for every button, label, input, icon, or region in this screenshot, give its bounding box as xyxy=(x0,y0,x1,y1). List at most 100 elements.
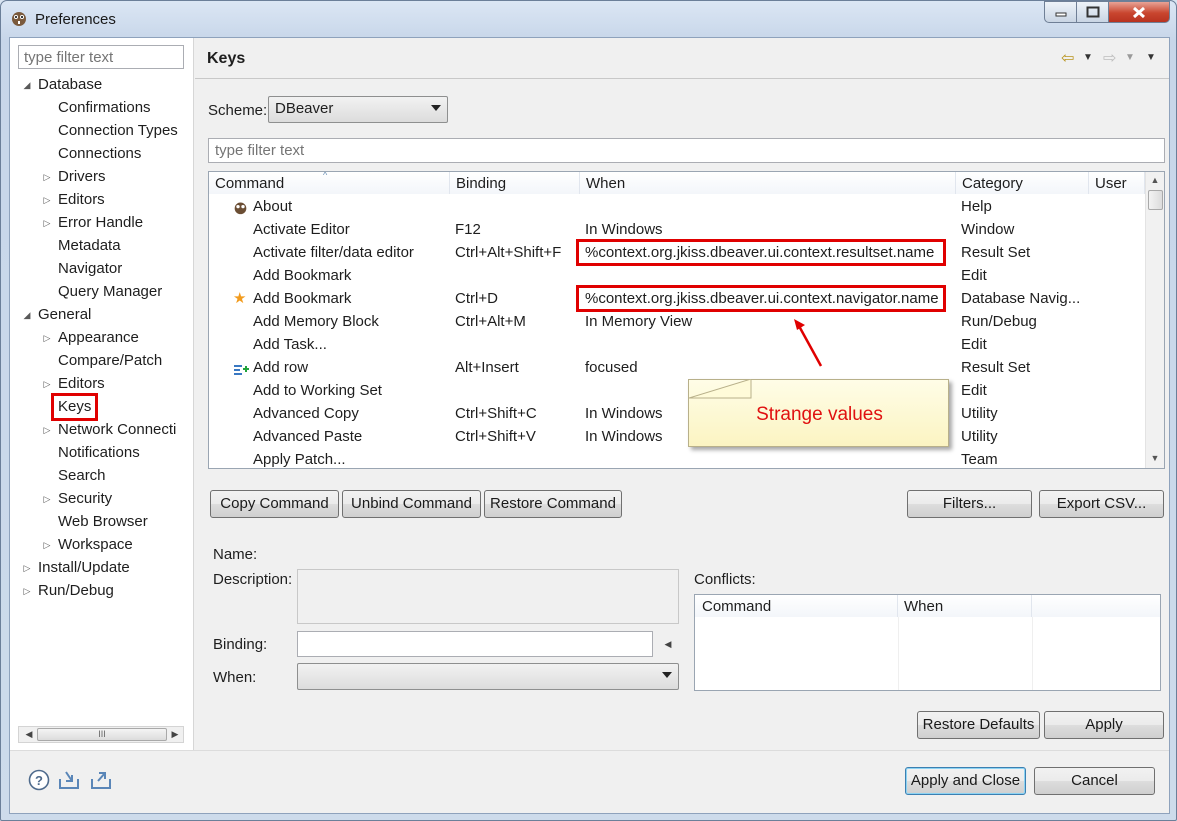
import-icon[interactable] xyxy=(58,769,80,791)
table-header: Command ^ Binding When Category User xyxy=(209,172,1149,194)
apply-and-close-button[interactable]: Apply and Close xyxy=(905,767,1026,795)
conflicts-column-when[interactable]: When xyxy=(898,595,1032,617)
binding-field[interactable] xyxy=(297,631,653,657)
filters-button[interactable]: Filters... xyxy=(907,490,1032,518)
tree-item-label: Security xyxy=(58,490,113,507)
table-vertical-scrollbar[interactable]: ▲ ▼ xyxy=(1145,172,1164,468)
window-title: Preferences xyxy=(35,11,116,28)
cell-category: Help xyxy=(961,198,992,215)
copy-command-button[interactable]: Copy Command xyxy=(210,490,339,518)
tree-item-label: Confirmations xyxy=(58,99,151,116)
when-combo[interactable] xyxy=(297,663,679,690)
cell-when: %context.org.jkiss.dbeaver.ui.context.re… xyxy=(576,239,946,266)
expand-icon[interactable]: ▷ xyxy=(22,557,32,579)
cell-category: Database Navig... xyxy=(961,290,1081,307)
cell-category: Edit xyxy=(961,267,987,284)
scroll-thumb[interactable]: III xyxy=(37,728,167,741)
annotation-callout: Strange values xyxy=(688,379,949,447)
scheme-combo[interactable]: DBeaver xyxy=(268,96,448,123)
keys-table: Command ^ Binding When Category User Abo… xyxy=(208,171,1165,469)
cell-command: Activate Editor xyxy=(253,221,350,238)
export-csv-button[interactable]: Export CSV... xyxy=(1039,490,1164,518)
column-when[interactable]: When xyxy=(580,172,956,194)
table-row[interactable]: Add row Alt+Insert focused Result Set xyxy=(209,356,1149,379)
apply-button[interactable]: Apply xyxy=(1044,711,1164,739)
table-row[interactable]: Advanced Paste Ctrl+Shift+V In Windows Util… xyxy=(209,425,1149,448)
scroll-left-icon[interactable]: ◀ xyxy=(21,727,37,742)
forward-icon[interactable]: ⇨ xyxy=(1103,48,1116,68)
name-label: Name: xyxy=(213,546,258,563)
restore-command-button[interactable]: Restore Command xyxy=(484,490,622,518)
expand-icon[interactable]: ▷ xyxy=(42,327,52,349)
back-menu-icon[interactable]: ▼ xyxy=(1083,52,1093,63)
dialog-footer: ? Apply and Close Cancel xyxy=(10,750,1169,813)
tree-horizontal-scrollbar[interactable]: ◀ III ▶ xyxy=(18,726,184,743)
cell-command: Add Memory Block xyxy=(253,313,379,330)
scroll-right-icon[interactable]: ▶ xyxy=(167,727,183,742)
table-row[interactable]: Activate Editor F12 In Windows Window xyxy=(209,218,1149,241)
back-icon[interactable]: ⇦ xyxy=(1061,48,1074,68)
cell-command: Add Bookmark xyxy=(253,267,352,284)
star-icon: ★ xyxy=(233,290,247,307)
cell-when xyxy=(585,264,955,287)
close-icon xyxy=(1132,6,1146,18)
column-command[interactable]: Command ^ xyxy=(209,172,450,194)
cell-category: Edit xyxy=(961,336,987,353)
conflicts-column-command[interactable]: Command xyxy=(695,595,898,617)
cell-when: In Windows xyxy=(585,221,663,238)
tree-item-label: Connections xyxy=(58,145,142,162)
table-row[interactable]: Activate filter/data editor Ctrl+Alt+Shif… xyxy=(209,239,1149,266)
tree-filter-input[interactable] xyxy=(18,45,184,69)
scroll-down-icon[interactable]: ▼ xyxy=(1146,450,1164,467)
view-menu-icon[interactable]: ▼ xyxy=(1146,52,1156,63)
minimize-icon xyxy=(1055,12,1066,17)
table-scroll-thumb[interactable] xyxy=(1148,190,1163,210)
minimize-button[interactable] xyxy=(1044,1,1076,23)
table-row[interactable]: About Help xyxy=(209,195,1149,218)
expand-icon[interactable]: ▷ xyxy=(42,373,52,395)
close-button[interactable] xyxy=(1108,1,1170,23)
expand-icon[interactable]: ▷ xyxy=(42,189,52,211)
tree-item-label: Search xyxy=(58,467,106,484)
expand-icon[interactable]: ▷ xyxy=(22,580,32,602)
cell-binding: F12 xyxy=(455,221,481,238)
cancel-button[interactable]: Cancel xyxy=(1034,767,1155,795)
expand-icon[interactable]: ▷ xyxy=(42,212,52,234)
table-row[interactable]: Add to Working Set Edit xyxy=(209,379,1149,402)
binding-menu-icon[interactable]: ◀ xyxy=(657,631,679,657)
tree-item-label: Network Connecti xyxy=(58,421,177,438)
expand-icon[interactable]: ▷ xyxy=(42,534,52,556)
expand-icon[interactable]: ▷ xyxy=(42,488,52,510)
column-category[interactable]: Category xyxy=(956,172,1089,194)
export-icon[interactable] xyxy=(90,769,112,791)
table-row[interactable]: ★ Add Bookmark Ctrl+D %context.org.jkiss.db… xyxy=(209,285,1149,312)
maximize-button[interactable] xyxy=(1076,1,1108,23)
expand-icon[interactable]: ▷ xyxy=(42,419,52,441)
table-row[interactable]: Add Bookmark Edit xyxy=(209,264,1149,287)
collapse-icon[interactable]: ◢ xyxy=(22,74,32,96)
unbind-command-button[interactable]: Unbind Command xyxy=(342,490,481,518)
cell-command: Advanced Copy xyxy=(253,405,359,422)
table-row[interactable]: Apply Patch... Team xyxy=(209,448,1149,468)
column-user[interactable]: User xyxy=(1089,172,1145,194)
scroll-up-icon[interactable]: ▲ xyxy=(1146,172,1164,189)
expand-icon[interactable]: ▷ xyxy=(42,166,52,188)
table-row[interactable]: Add Task... Edit xyxy=(209,333,1149,356)
conflicts-table: Command When xyxy=(694,594,1161,691)
cell-binding xyxy=(455,379,579,402)
help-icon[interactable]: ? xyxy=(28,769,50,791)
forward-menu-icon[interactable]: ▼ xyxy=(1125,52,1135,63)
dbeaver-icon xyxy=(233,195,249,218)
collapse-icon[interactable]: ◢ xyxy=(22,304,32,326)
restore-defaults-button[interactable]: Restore Defaults xyxy=(917,711,1040,739)
tree-item-label: Keys xyxy=(50,393,99,421)
cell-when xyxy=(585,333,955,356)
table-row[interactable]: Advanced Copy Ctrl+Shift+C In Windows Utili… xyxy=(209,402,1149,425)
column-binding[interactable]: Binding xyxy=(450,172,580,194)
cell-when xyxy=(585,195,955,218)
cell-when xyxy=(585,448,955,468)
command-filter-input[interactable] xyxy=(208,138,1165,163)
table-row[interactable]: Add Memory Block Ctrl+Alt+M In Memory View… xyxy=(209,310,1149,333)
